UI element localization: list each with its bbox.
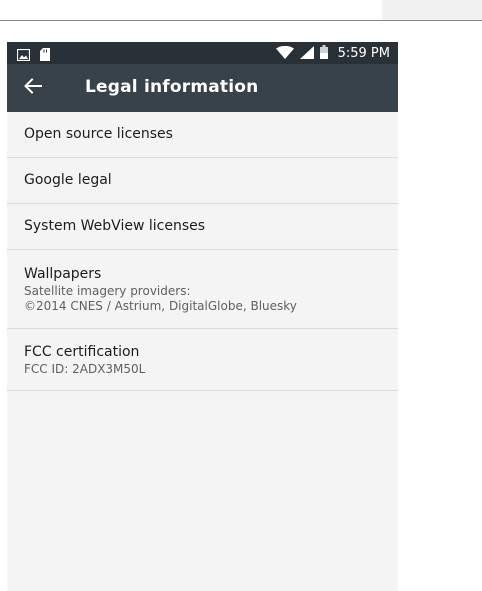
page-title: Legal information: [85, 77, 259, 97]
status-bar: 5:59 PM: [7, 42, 398, 64]
list-item-open-source-licenses[interactable]: Open source licenses: [7, 112, 398, 158]
image-icon: [16, 46, 31, 65]
status-right-icons: 5:59 PM: [275, 44, 390, 63]
sd-card-icon: [40, 46, 50, 65]
list-item-wallpapers[interactable]: Wallpapers Satellite imagery providers: …: [7, 250, 398, 329]
signal-icon: [299, 44, 314, 63]
status-left-icons: [16, 46, 50, 65]
back-button[interactable]: [19, 74, 47, 102]
list-item-google-legal[interactable]: Google legal: [7, 158, 398, 204]
list-item-fcc-certification[interactable]: FCC certification FCC ID: 2ADX3M50L: [7, 329, 398, 391]
item-title: FCC certification: [24, 344, 140, 360]
phone-screen: 5:59 PM Legal information Open source li…: [7, 42, 398, 591]
status-time: 5:59 PM: [337, 45, 390, 61]
wifi-icon: [275, 44, 294, 63]
item-title: Open source licenses: [24, 126, 173, 142]
item-title: System WebView licenses: [24, 218, 206, 234]
settings-list: Open source licenses Google legal System…: [7, 112, 398, 391]
item-subtitle: Satellite imagery providers:: [24, 284, 191, 298]
item-subtitle: ©2014 CNES / Astrium, DigitalGlobe, Blue…: [24, 299, 297, 313]
battery-icon: [319, 44, 328, 63]
document-rule: [0, 20, 482, 21]
list-item-system-webview-licenses[interactable]: System WebView licenses: [7, 204, 398, 250]
item-title: Google legal: [24, 172, 112, 188]
app-bar: Legal information: [7, 64, 398, 112]
item-subtitle: FCC ID: 2ADX3M50L: [24, 362, 146, 376]
item-title: Wallpapers: [24, 266, 102, 282]
arrow-back-icon: [24, 78, 42, 98]
document-tab: [382, 0, 482, 20]
